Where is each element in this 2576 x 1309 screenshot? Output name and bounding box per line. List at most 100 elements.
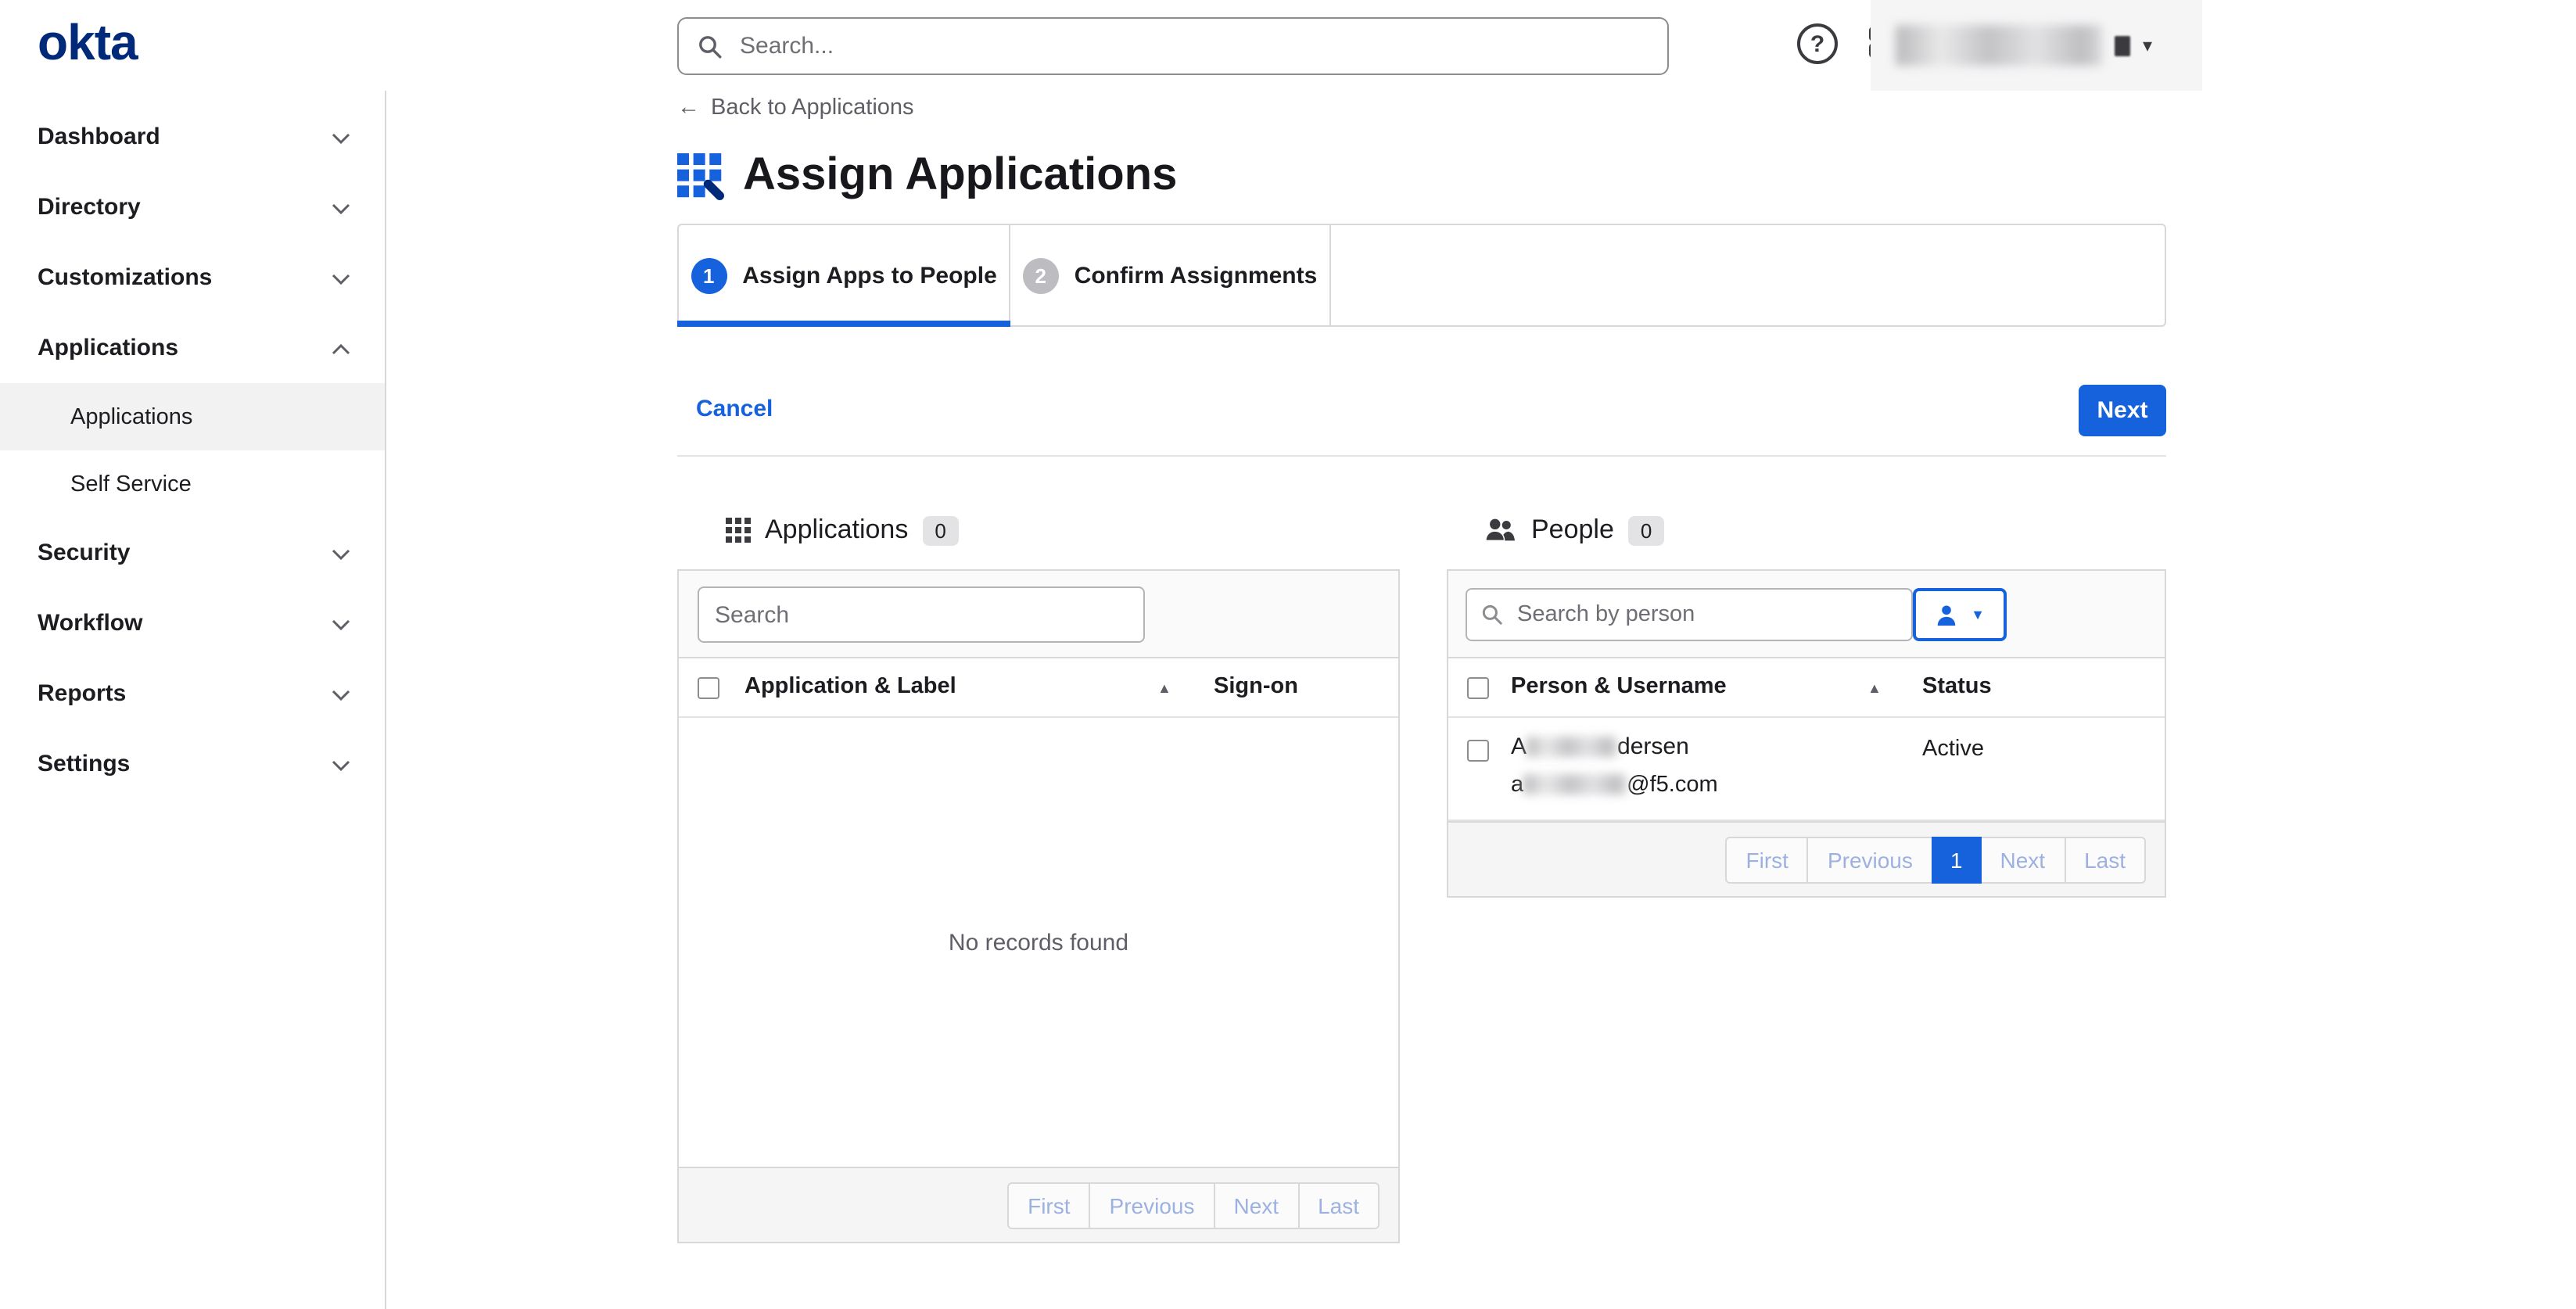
sidebar-item-reports[interactable]: Reports bbox=[0, 658, 385, 729]
search-icon bbox=[698, 34, 723, 59]
sidebar-item-label: Dashboard bbox=[38, 124, 160, 150]
sidebar-item-dashboard[interactable]: Dashboard bbox=[0, 102, 385, 172]
person-name: Adersen bbox=[1511, 733, 1689, 760]
back-link-label: Back to Applications bbox=[711, 95, 914, 120]
okta-logo: okta bbox=[38, 14, 138, 72]
assign-applications-icon bbox=[677, 152, 724, 199]
person-username: a@f5.com bbox=[1511, 773, 1718, 798]
step-1-label: Assign Apps to People bbox=[742, 262, 997, 289]
user-menu[interactable]: ▾ bbox=[1871, 0, 2202, 91]
wizard-steps: 1 Assign Apps to People 2 Confirm Assign… bbox=[677, 224, 2166, 327]
caret-down-icon: ▼ bbox=[1971, 607, 1985, 622]
sidebar-subitem-label: Self Service bbox=[70, 472, 192, 497]
chevron-down-icon bbox=[332, 610, 350, 637]
person-row[interactable]: Adersen a@f5.com Active bbox=[1448, 718, 2165, 821]
sidebar-subitem-applications[interactable]: Applications bbox=[0, 383, 385, 450]
sidebar-item-label: Applications bbox=[38, 335, 178, 361]
step-2-badge: 2 bbox=[1023, 257, 1059, 293]
person-status: Active bbox=[1922, 737, 1984, 762]
sidebar-nav: Dashboard Directory Customizations Appli… bbox=[0, 91, 386, 1309]
chevron-down-icon: ▾ bbox=[2143, 34, 2152, 56]
wizard-step-1[interactable]: 1 Assign Apps to People bbox=[679, 225, 1009, 325]
sidebar-subitem-self-service[interactable]: Self Service bbox=[0, 450, 385, 518]
pagination-previous-button[interactable]: Previous bbox=[1807, 836, 1933, 883]
people-search-input[interactable] bbox=[1514, 601, 1897, 629]
chevron-up-icon bbox=[332, 335, 350, 361]
cancel-button[interactable]: Cancel bbox=[696, 396, 773, 422]
people-icon bbox=[1484, 518, 1517, 543]
sidebar-item-workflow[interactable]: Workflow bbox=[0, 588, 385, 658]
sort-asc-icon: ▲ bbox=[1157, 680, 1171, 696]
sidebar-item-settings[interactable]: Settings bbox=[0, 729, 385, 799]
next-button[interactable]: Next bbox=[2079, 385, 2166, 436]
step-2-label: Confirm Assignments bbox=[1075, 262, 1318, 289]
redacted-username bbox=[1896, 25, 2102, 66]
sidebar-item-label: Reports bbox=[38, 680, 126, 707]
sidebar-item-label: Security bbox=[38, 540, 130, 566]
applications-table-body: No records found bbox=[679, 718, 1398, 1167]
back-arrow-icon: ← bbox=[677, 95, 700, 120]
pagination-page-1-button[interactable]: 1 bbox=[1932, 836, 1982, 883]
section-divider bbox=[677, 455, 2166, 457]
chevron-down-icon bbox=[332, 124, 350, 150]
people-search-box[interactable] bbox=[1466, 588, 1913, 641]
applications-pagination: First Previous Next Last bbox=[679, 1167, 1398, 1242]
person-icon bbox=[1935, 603, 1958, 626]
applications-search-bar bbox=[679, 571, 1398, 658]
help-icon[interactable]: ? bbox=[1797, 23, 1838, 64]
applications-search-input[interactable] bbox=[698, 586, 1145, 643]
column-application-label[interactable]: Application & Label bbox=[744, 674, 956, 699]
applications-grid-icon bbox=[726, 518, 751, 543]
sidebar-item-applications[interactable]: Applications bbox=[0, 313, 385, 383]
chevron-down-icon bbox=[332, 751, 350, 777]
column-status[interactable]: Status bbox=[1922, 674, 1992, 699]
page-title: Assign Applications bbox=[743, 150, 1177, 202]
pagination-next-button[interactable]: Next bbox=[1213, 1182, 1299, 1228]
chevron-down-icon bbox=[332, 264, 350, 291]
sidebar-item-customizations[interactable]: Customizations bbox=[0, 242, 385, 313]
sidebar-item-label: Settings bbox=[38, 751, 130, 777]
people-filter-dropdown[interactable]: ▼ bbox=[1913, 588, 2007, 641]
back-to-applications-link[interactable]: ← Back to Applications bbox=[677, 95, 914, 120]
people-panel-title: People 0 bbox=[1484, 515, 1664, 546]
person-row-checkbox[interactable] bbox=[1467, 740, 1489, 762]
step-1-badge: 1 bbox=[691, 257, 727, 293]
global-search[interactable] bbox=[677, 17, 1669, 75]
column-person-username[interactable]: Person & Username bbox=[1511, 674, 1727, 699]
sidebar-item-label: Customizations bbox=[38, 264, 212, 291]
no-records-message: No records found bbox=[679, 929, 1398, 956]
chevron-down-icon bbox=[332, 680, 350, 707]
applications-table-header: Application & Label ▲ Sign-on bbox=[679, 658, 1398, 718]
wizard-step-2[interactable]: 2 Confirm Assignments bbox=[1009, 225, 1331, 325]
chevron-down-icon bbox=[332, 194, 350, 221]
sidebar-item-directory[interactable]: Directory bbox=[0, 172, 385, 242]
people-pagination: First Previous 1 Next Last bbox=[1448, 821, 2165, 896]
people-panel-label: People bbox=[1531, 515, 1614, 546]
applications-panel: Application & Label ▲ Sign-on No records… bbox=[677, 569, 1400, 1243]
global-search-input[interactable] bbox=[737, 31, 1649, 61]
applications-count-badge: 0 bbox=[922, 515, 958, 545]
pagination-last-button[interactable]: Last bbox=[2064, 836, 2146, 883]
sidebar-item-security[interactable]: Security bbox=[0, 518, 385, 588]
people-panel: ▼ Person & Username ▲ Status Adersen a@f… bbox=[1447, 569, 2166, 898]
redacted-username bbox=[1523, 774, 1627, 794]
applications-panel-label: Applications bbox=[765, 515, 908, 546]
pagination-next-button[interactable]: Next bbox=[1979, 836, 2065, 883]
pagination-first-button[interactable]: First bbox=[1726, 836, 1809, 883]
sort-asc-icon: ▲ bbox=[1867, 680, 1882, 696]
okta-admin-console: okta ? ▾ Dashboard Directory Customizati… bbox=[0, 0, 2576, 1309]
redacted-name bbox=[1527, 737, 1617, 757]
column-sign-on[interactable]: Sign-on bbox=[1214, 674, 1298, 699]
pagination-previous-button[interactable]: Previous bbox=[1089, 1182, 1215, 1228]
select-all-applications-checkbox[interactable] bbox=[698, 677, 719, 699]
select-all-people-checkbox[interactable] bbox=[1467, 677, 1489, 699]
sidebar-item-label: Workflow bbox=[38, 610, 142, 637]
pagination-last-button[interactable]: Last bbox=[1297, 1182, 1379, 1228]
people-table-header: Person & Username ▲ Status bbox=[1448, 658, 2165, 718]
applications-panel-title: Applications 0 bbox=[726, 515, 959, 546]
page-title-row: Assign Applications bbox=[677, 150, 1177, 202]
chevron-down-icon bbox=[332, 540, 350, 566]
flag-icon bbox=[2115, 35, 2130, 56]
pagination-first-button[interactable]: First bbox=[1007, 1182, 1090, 1228]
sidebar-item-label: Directory bbox=[38, 194, 141, 221]
